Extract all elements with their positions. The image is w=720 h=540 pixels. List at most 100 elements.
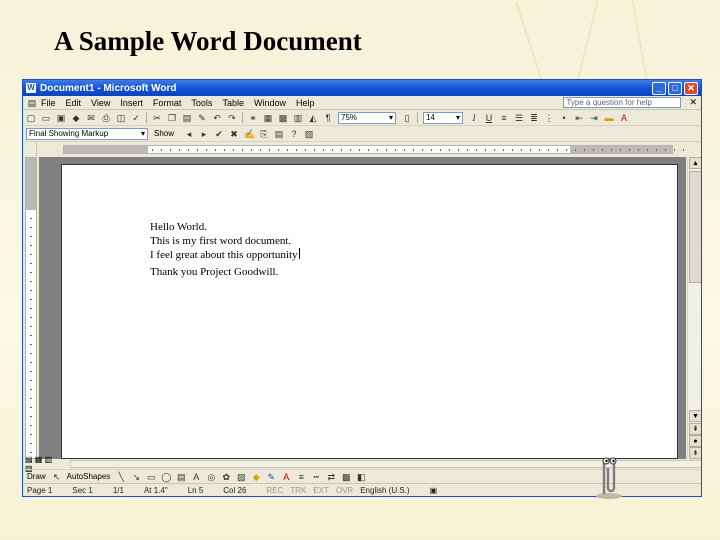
close-document-icon[interactable]: ✕ <box>689 97 697 108</box>
scroll-thumb[interactable] <box>689 171 701 283</box>
dash-style-icon[interactable]: ┅ <box>311 472 321 482</box>
menu-view[interactable]: View <box>91 98 110 108</box>
reject-change-icon[interactable]: ✖ <box>229 129 239 139</box>
print-preview-icon[interactable]: ◫ <box>116 113 126 123</box>
vertical-ruler[interactable] <box>25 157 37 462</box>
select-objects-icon[interactable]: ↖ <box>52 472 62 482</box>
redo-icon[interactable]: ↷ <box>227 113 237 123</box>
show-hide-icon[interactable]: ¶ <box>323 113 333 123</box>
shadow-icon[interactable]: ▩ <box>341 472 351 482</box>
clippy-icon[interactable] <box>594 452 624 500</box>
menu-window[interactable]: Window <box>254 98 286 108</box>
scroll-down-icon[interactable]: ▼ <box>689 410 701 422</box>
align-left-icon[interactable]: ≡ <box>499 113 509 123</box>
arrow-icon[interactable]: ↘ <box>131 472 141 482</box>
tab-selector[interactable] <box>23 142 37 156</box>
new-comment-icon[interactable]: ✍ <box>244 129 255 139</box>
spelling-icon[interactable]: ✓ <box>131 113 141 123</box>
cut-icon[interactable]: ✂ <box>152 113 162 123</box>
copy-icon[interactable]: ❐ <box>167 113 177 123</box>
picture-icon[interactable]: ▨ <box>304 129 314 139</box>
insert-picture-icon[interactable]: ▨ <box>236 472 246 482</box>
spelling-status-icon[interactable]: ▣ <box>430 486 438 495</box>
help-icon[interactable]: ? <box>289 129 299 139</box>
accept-change-icon[interactable]: ✔ <box>214 129 224 139</box>
status-ovr[interactable]: OVR <box>336 486 353 495</box>
table-icon[interactable]: ▦ <box>263 113 273 123</box>
underline-icon[interactable]: U <box>484 113 494 123</box>
vertical-scrollbar[interactable]: ▲ ▼ ⇞ ● ⇟ <box>687 157 701 459</box>
draw-menu[interactable]: Draw <box>27 472 46 481</box>
3d-icon[interactable]: ◧ <box>356 472 366 482</box>
align-center-icon[interactable]: ☰ <box>514 113 524 123</box>
hyperlink-icon[interactable]: ⚭ <box>248 113 258 123</box>
menu-help[interactable]: Help <box>296 98 315 108</box>
maximize-button[interactable]: □ <box>668 81 682 95</box>
previous-page-icon[interactable]: ⇞ <box>689 423 701 435</box>
document-page[interactable]: Hello World. This is my first word docum… <box>61 164 678 459</box>
font-size-select[interactable]: 14 <box>423 111 463 124</box>
menu-table[interactable]: Table <box>222 98 244 108</box>
line-style-icon[interactable]: ≡ <box>296 472 306 482</box>
zoom-select[interactable]: 75% <box>338 111 396 124</box>
minimize-button[interactable]: _ <box>652 81 666 95</box>
textbox-icon[interactable]: ▤ <box>176 472 186 482</box>
decrease-indent-icon[interactable]: ⇤ <box>574 113 584 123</box>
horizontal-ruler[interactable] <box>63 144 684 154</box>
undo-icon[interactable]: ↶ <box>212 113 222 123</box>
new-icon[interactable]: ▢ <box>26 113 36 123</box>
close-button[interactable]: ✕ <box>684 81 698 95</box>
line-icon[interactable]: ╲ <box>116 472 126 482</box>
next-change-icon[interactable]: ▸ <box>199 129 209 139</box>
paste-icon[interactable]: ▤ <box>182 113 192 123</box>
next-page-icon[interactable]: ⇟ <box>689 447 701 459</box>
italic-icon[interactable]: I <box>469 113 479 123</box>
previous-change-icon[interactable]: ◂ <box>184 129 194 139</box>
save-icon[interactable]: ▣ <box>56 113 66 123</box>
clipart-icon[interactable]: ✿ <box>221 472 231 482</box>
line-color-icon[interactable]: ✎ <box>266 472 276 482</box>
track-changes-icon[interactable]: ⎘ <box>259 129 269 139</box>
ruler-tick <box>656 148 657 151</box>
ruler-tick <box>539 148 540 151</box>
columns-icon[interactable]: ▥ <box>293 113 303 123</box>
wordart-icon[interactable]: A <box>191 472 201 482</box>
bullets-icon[interactable]: • <box>559 113 569 123</box>
fill-color-icon[interactable]: ◆ <box>251 472 261 482</box>
font-color-icon[interactable]: A <box>619 113 629 123</box>
menu-file[interactable]: File <box>41 98 56 108</box>
menu-format[interactable]: Format <box>153 98 182 108</box>
status-trk[interactable]: TRK <box>290 486 306 495</box>
highlight-icon[interactable]: ▬ <box>604 113 614 123</box>
oval-icon[interactable]: ◯ <box>161 472 171 482</box>
status-rec[interactable]: REC <box>266 486 283 495</box>
menu-tools[interactable]: Tools <box>191 98 212 108</box>
menu-edit[interactable]: Edit <box>66 98 82 108</box>
rectangle-icon[interactable]: ▭ <box>146 472 156 482</box>
help-search-input[interactable]: Type a question for help <box>563 97 682 108</box>
font-color-draw-icon[interactable]: A <box>281 472 291 482</box>
print-icon[interactable]: ⎙ <box>101 113 111 123</box>
markup-display-select[interactable]: Final Showing Markup <box>26 127 148 140</box>
open-icon[interactable]: ▭ <box>41 113 51 123</box>
document-text[interactable]: Hello World. This is my first word docum… <box>150 220 300 279</box>
reviewing-pane-icon[interactable]: ▤ <box>274 129 284 139</box>
arrow-style-icon[interactable]: ⇄ <box>326 472 336 482</box>
email-icon[interactable]: ✉ <box>86 113 96 123</box>
read-icon[interactable]: ▯ <box>402 113 412 123</box>
status-ext[interactable]: EXT <box>313 486 329 495</box>
scroll-up-icon[interactable]: ▲ <box>689 157 701 169</box>
select-browse-icon[interactable]: ● <box>689 435 701 447</box>
menu-insert[interactable]: Insert <box>120 98 143 108</box>
autoshapes-menu[interactable]: AutoShapes <box>67 472 111 481</box>
justify-icon[interactable]: ≣ <box>529 113 539 123</box>
format-painter-icon[interactable]: ✎ <box>197 113 207 123</box>
doc-icon[interactable]: ▤ <box>27 98 37 108</box>
diagram-icon[interactable]: ◎ <box>206 472 216 482</box>
excel-icon[interactable]: ▩ <box>278 113 288 123</box>
drawing-icon[interactable]: ◭ <box>308 113 318 123</box>
numbering-icon[interactable]: ⋮ <box>544 113 554 123</box>
increase-indent-icon[interactable]: ⇥ <box>589 113 599 123</box>
permission-icon[interactable]: ◆ <box>71 113 81 123</box>
show-menu[interactable]: Show <box>154 129 174 138</box>
